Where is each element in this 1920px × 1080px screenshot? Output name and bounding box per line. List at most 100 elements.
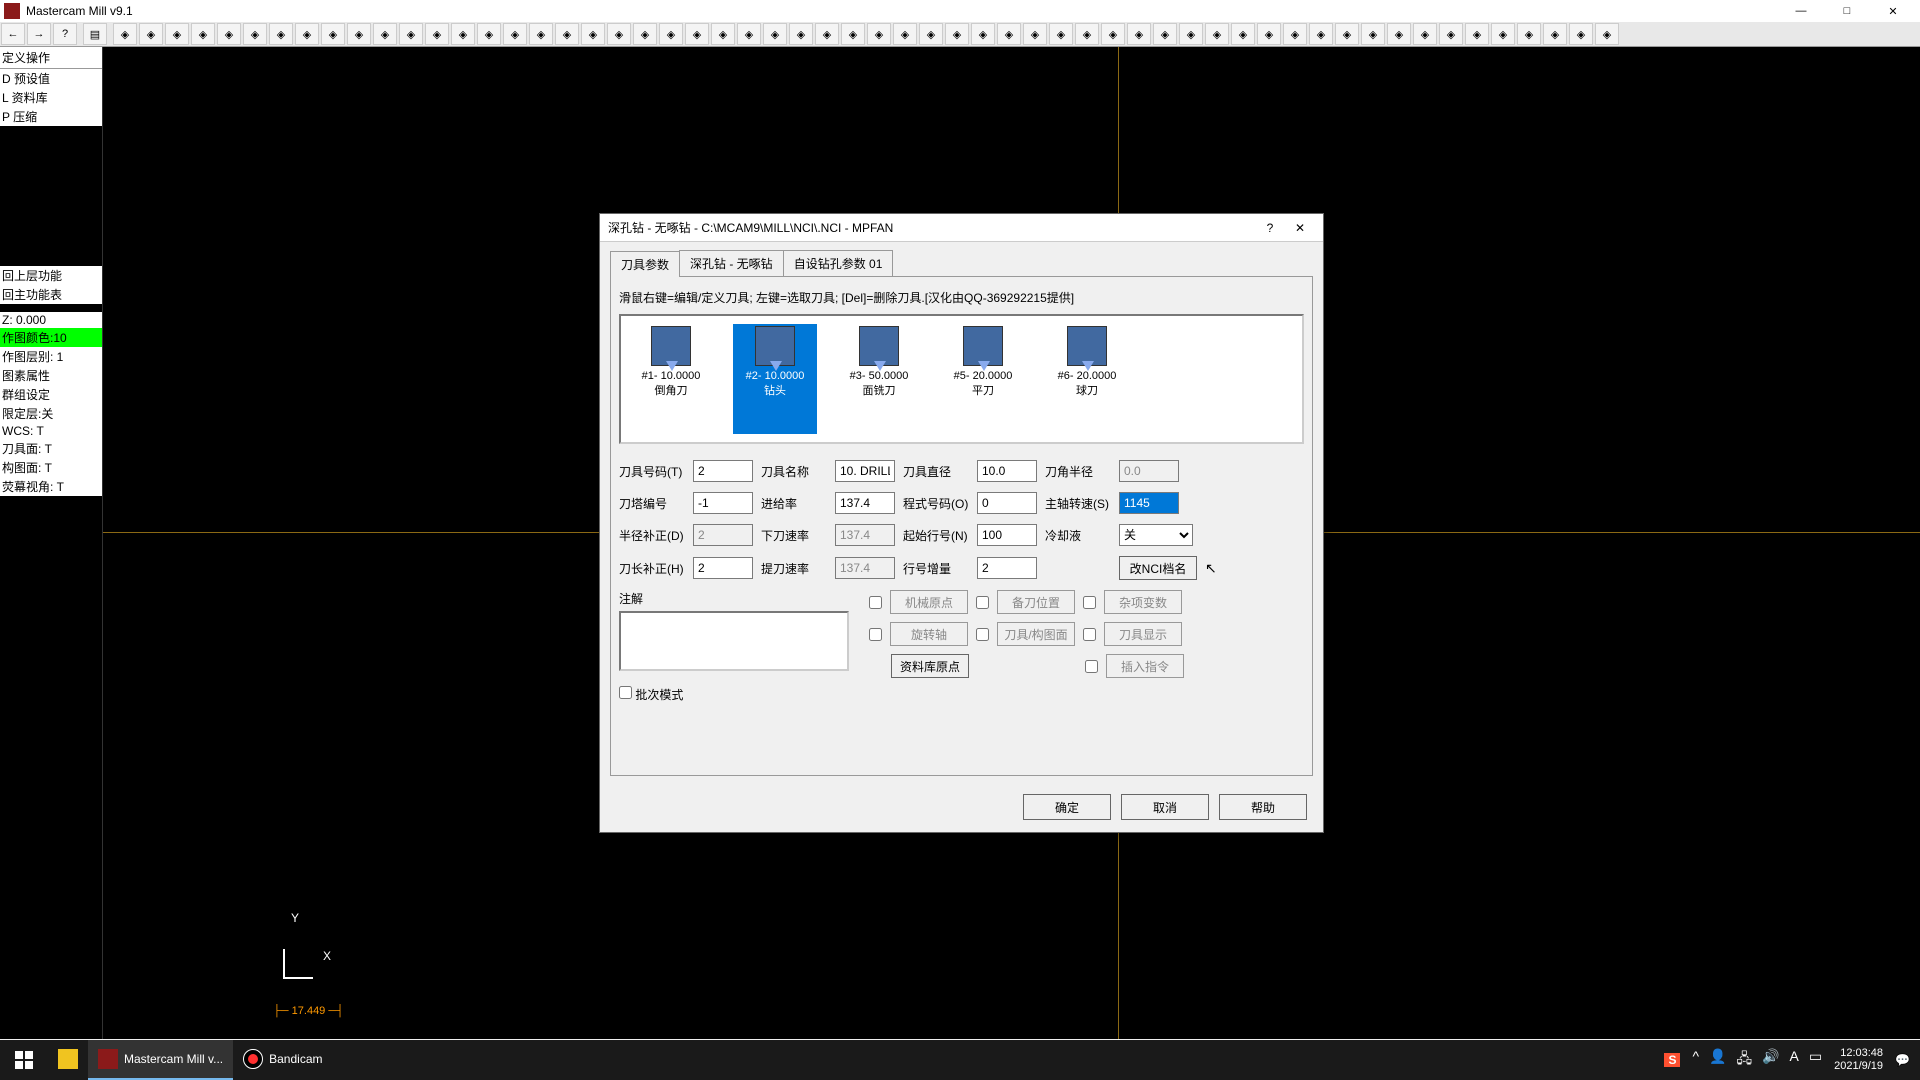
toolbar-button[interactable]: ◈	[243, 23, 267, 45]
tool-forward-icon[interactable]: →	[27, 23, 51, 45]
toolbar-button[interactable]: ◈	[685, 23, 709, 45]
toolbar-button[interactable]: ◈	[711, 23, 735, 45]
toolbar-button[interactable]: ◈	[659, 23, 683, 45]
cancel-button[interactable]: 取消	[1121, 794, 1209, 820]
status-wcs[interactable]: WCS: T	[0, 423, 102, 439]
toolbar-button[interactable]: ◈	[1517, 23, 1541, 45]
tray-volume-icon[interactable]: 🔊	[1762, 1048, 1779, 1072]
task-bandicam[interactable]: Bandicam	[233, 1040, 332, 1080]
toolbar-button[interactable]: ◈	[607, 23, 631, 45]
toolbar-button[interactable]: ◈	[1127, 23, 1151, 45]
status-tplane[interactable]: 刀具面: T	[0, 439, 102, 458]
toolbar-button[interactable]: ◈	[165, 23, 189, 45]
tool-item-2[interactable]: #2- 10.0000钻头	[733, 324, 817, 434]
toolbar-button[interactable]: ◈	[269, 23, 293, 45]
tray-network-icon[interactable]: 🖧	[1736, 1048, 1752, 1072]
notes-textarea[interactable]	[619, 611, 849, 671]
status-layer[interactable]: 作图层别: 1	[0, 347, 102, 366]
toolbar-button[interactable]: ◈	[997, 23, 1021, 45]
tool-item-1[interactable]: #1- 10.0000倒角刀	[629, 324, 713, 434]
toolbar-button[interactable]: ◈	[1283, 23, 1307, 45]
tool-item-6[interactable]: #6- 20.0000球刀	[1045, 324, 1129, 434]
ime-icon[interactable]: S	[1664, 1053, 1680, 1067]
toolbar-button[interactable]: ◈	[503, 23, 527, 45]
toolbar-button[interactable]: ◈	[321, 23, 345, 45]
toolbar-button[interactable]: ◈	[1413, 23, 1437, 45]
status-cplane[interactable]: 构图面: T	[0, 458, 102, 477]
dialog-close-button[interactable]: ✕	[1285, 221, 1315, 235]
toolbar-button[interactable]: ◈	[633, 23, 657, 45]
tray-battery-icon[interactable]: ▭	[1809, 1048, 1822, 1072]
maximize-button[interactable]: □	[1824, 1, 1870, 21]
tool-display-check[interactable]	[1083, 628, 1096, 641]
toolbar-button[interactable]: ◈	[1179, 23, 1203, 45]
spindle-input[interactable]	[1119, 492, 1179, 514]
toolbar-button[interactable]: ◈	[399, 23, 423, 45]
tool-plane-check[interactable]	[976, 628, 989, 641]
tool-item-3[interactable]: #3- 50.0000面铣刀	[837, 324, 921, 434]
toolbar-button[interactable]: ◈	[1205, 23, 1229, 45]
notifications-icon[interactable]: 💬	[1895, 1053, 1910, 1067]
batch-checkbox[interactable]	[619, 686, 632, 699]
db-origin-button[interactable]: 资料库原点	[891, 654, 969, 678]
feed-input[interactable]	[835, 492, 895, 514]
toolbar-button[interactable]: ◈	[1023, 23, 1047, 45]
toolbar-button[interactable]: ◈	[737, 23, 761, 45]
tray-chevron-icon[interactable]: ^	[1692, 1048, 1699, 1072]
toolbar-button[interactable]: ◈	[1569, 23, 1593, 45]
toolbar-button[interactable]: ◈	[945, 23, 969, 45]
toolbar-button[interactable]: ◈	[451, 23, 475, 45]
tray-people-icon[interactable]: 👤	[1709, 1048, 1726, 1072]
tray-lang-icon[interactable]: A	[1790, 1048, 1799, 1072]
toolbar-button[interactable]: ◈	[815, 23, 839, 45]
tool-dia-input[interactable]	[977, 460, 1037, 482]
menu-library[interactable]: L 资料库	[0, 88, 102, 107]
task-mastercam[interactable]: Mastercam Mill v...	[88, 1040, 233, 1080]
toolbar-button[interactable]: ◈	[1153, 23, 1177, 45]
misc-var-check[interactable]	[1083, 596, 1096, 609]
toolbar-button[interactable]: ◈	[1075, 23, 1099, 45]
tool-pos-check[interactable]	[976, 596, 989, 609]
help-button[interactable]: 帮助	[1219, 794, 1307, 820]
line-inc-input[interactable]	[977, 557, 1037, 579]
toolbar-button[interactable]: ◈	[477, 23, 501, 45]
menu-preset[interactable]: D 预设值	[0, 69, 102, 88]
len-comp-input[interactable]	[693, 557, 753, 579]
toolbar-button[interactable]: ◈	[217, 23, 241, 45]
status-limit[interactable]: 限定层:关	[0, 404, 102, 423]
toolbar-button[interactable]: ◈	[113, 23, 137, 45]
toolbar-button[interactable]: ◈	[1309, 23, 1333, 45]
status-gview[interactable]: 荧幕视角: T	[0, 477, 102, 496]
toolbar-button[interactable]: ◈	[373, 23, 397, 45]
toolbar-button[interactable]: ◈	[919, 23, 943, 45]
toolbar-button[interactable]: ◈	[867, 23, 891, 45]
tool-num-input[interactable]	[693, 460, 753, 482]
start-line-input[interactable]	[977, 524, 1037, 546]
toolbar-button[interactable]: ◈	[971, 23, 995, 45]
toolbar-button[interactable]: ◈	[1595, 23, 1619, 45]
status-group[interactable]: 群组设定	[0, 385, 102, 404]
tool-help-icon[interactable]: ?	[53, 23, 77, 45]
toolbar-button[interactable]: ◈	[1335, 23, 1359, 45]
turret-input[interactable]	[693, 492, 753, 514]
nci-rename-button[interactable]: 改NCI档名	[1119, 556, 1197, 580]
tab-deep-drill[interactable]: 深孔钻 - 无啄钻	[679, 250, 784, 276]
toolbar-button[interactable]: ◈	[1049, 23, 1073, 45]
toolbar-button[interactable]: ◈	[789, 23, 813, 45]
tab-custom-drill[interactable]: 自设钻孔参数 01	[783, 250, 894, 276]
insert-cmd-check[interactable]	[1085, 660, 1098, 673]
clock[interactable]: 12:03:48 2021/9/19	[1834, 1047, 1883, 1073]
toolbar-button[interactable]: ◈	[1439, 23, 1463, 45]
status-z[interactable]: Z: 0.000	[0, 312, 102, 328]
tool-list[interactable]: #1- 10.0000倒角刀 #2- 10.0000钻头 #3- 50.0000…	[619, 314, 1304, 444]
prog-input[interactable]	[977, 492, 1037, 514]
coolant-select[interactable]: 关	[1119, 524, 1193, 546]
toolbar-button[interactable]: ◈	[139, 23, 163, 45]
toolbar-button[interactable]: ◈	[347, 23, 371, 45]
toolbar-button[interactable]: ◈	[1387, 23, 1411, 45]
tool-file-icon[interactable]: ▤	[83, 23, 107, 45]
toolbar-button[interactable]: ◈	[1465, 23, 1489, 45]
toolbar-button[interactable]: ◈	[1101, 23, 1125, 45]
dialog-help-button[interactable]: ?	[1255, 221, 1285, 235]
minimize-button[interactable]: —	[1778, 1, 1824, 21]
